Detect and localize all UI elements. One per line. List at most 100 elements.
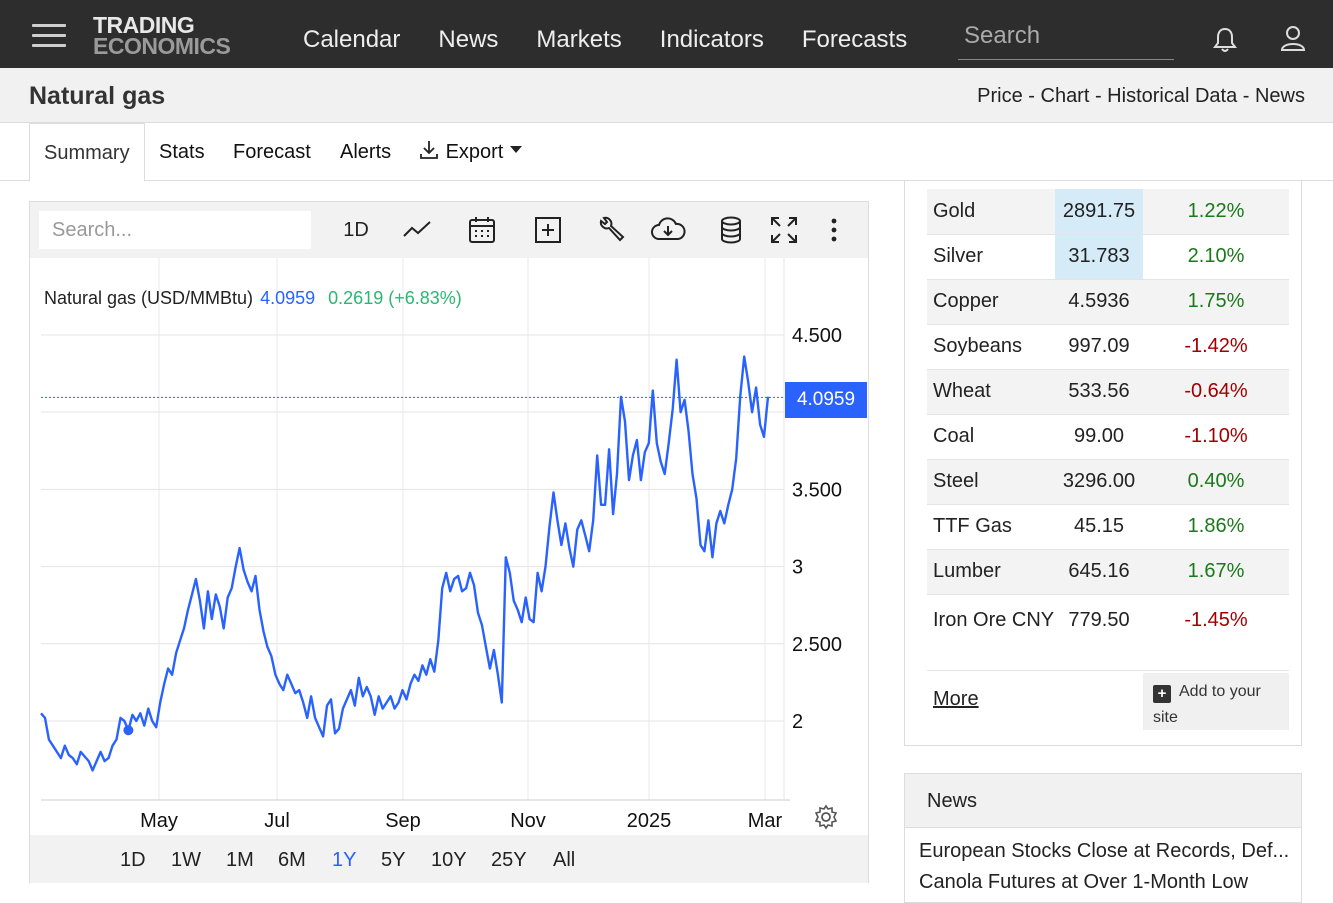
range-1m[interactable]: 1M [226,849,254,872]
commodity-name[interactable]: Gold [927,189,1055,235]
y-tick-label: 3.500 [792,479,842,501]
line-chart-icon[interactable] [401,214,433,246]
commodity-price: 31.783 [1055,234,1143,280]
commodity-price: 533.56 [1055,369,1143,415]
commodity-price: 779.50 [1055,594,1143,671]
page-title: Natural gas [29,82,166,110]
commodities-panel: Gold 2891.75 1.22% Silver 31.783 2.10% Copper 4… [904,181,1302,746]
download-icon [420,141,438,159]
y-tick-label: 4.500 [792,325,842,347]
commodity-row[interactable]: Coal 99.00 -1.10% [927,414,1289,460]
x-tick-label: Sep [385,810,421,832]
more-options-icon[interactable] [818,214,850,246]
database-icon[interactable] [715,214,747,246]
commodity-change: -1.10% [1143,414,1289,460]
legend-name: Natural gas (USD/MMBtu) [44,288,254,308]
tab-forecast[interactable]: Forecast [233,123,311,181]
chart-toolbar: 1D [30,202,868,258]
logo[interactable]: TRADING ECONOMICS [93,14,231,58]
commodity-name[interactable]: Lumber [927,549,1055,595]
tab-export-label: Export [445,141,504,163]
calendar-icon[interactable] [466,214,498,246]
commodity-name[interactable]: Copper [927,279,1055,325]
range-1y[interactable]: 1Y [332,849,356,872]
legend-change: 0.2619 (+6.83%) [328,288,462,308]
commodity-name[interactable]: Steel [927,459,1055,505]
commodity-price: 2891.75 [1055,189,1143,235]
commodity-change: 1.86% [1143,504,1289,550]
add-indicator-icon[interactable] [532,214,564,246]
series-marker[interactable] [123,725,134,736]
commodity-name[interactable]: Wheat [927,369,1055,415]
range-1d[interactable]: 1D [120,849,146,872]
commodity-name[interactable]: Silver [927,234,1055,280]
chart-panel: 1D 4.500 3.500 3 2.500 2 May [29,201,869,883]
commodity-row[interactable]: Silver 31.783 2.10% [927,234,1289,280]
nav-link-markets[interactable]: Markets [536,26,621,54]
range-6m[interactable]: 6M [278,849,306,872]
commodity-price: 3296.00 [1055,459,1143,505]
title-bar: Natural gas Price - Chart - Historical D… [0,68,1333,123]
commodity-row[interactable]: Copper 4.5936 1.75% [927,279,1289,325]
news-item[interactable]: European Stocks Close at Records, Def... [905,828,1301,867]
tab-summary[interactable]: Summary [29,123,145,182]
tab-bar: Summary Stats Forecast Alerts Export [0,123,1333,182]
commodity-name[interactable]: Coal [927,414,1055,460]
nav-search-box [958,22,1174,60]
news-item[interactable]: Canola Futures at Over 1-Month Low [905,867,1301,898]
caret-down-icon [509,146,522,153]
nav-link-news[interactable]: News [438,26,498,54]
nav-link-forecasts[interactable]: Forecasts [802,26,907,54]
commodity-row[interactable]: TTF Gas 45.15 1.86% [927,504,1289,550]
commodity-change: 1.22% [1143,189,1289,235]
add-to-site-button[interactable]: + Add to your site [1143,673,1289,730]
chart-search-input[interactable] [39,211,311,249]
commodity-change: 2.10% [1143,234,1289,280]
commodity-change: -0.64% [1143,369,1289,415]
bell-icon[interactable] [1212,26,1238,54]
news-panel: News European Stocks Close at Records, D… [904,773,1302,903]
series-line-natural-gas[interactable] [40,355,770,772]
gear-icon[interactable] [813,804,839,830]
commodity-row[interactable]: Iron Ore CNY 779.50 -1.45% [927,594,1289,671]
legend-price: 4.0959 [260,288,316,308]
commodity-change: 1.67% [1143,549,1289,595]
commodity-row[interactable]: Wheat 533.56 -0.64% [927,369,1289,415]
commodity-name[interactable]: TTF Gas [927,504,1055,550]
range-5y[interactable]: 5Y [381,849,405,872]
commodity-name[interactable]: Iron Ore CNY [927,594,1055,671]
x-tick-label: Nov [510,810,546,832]
news-heading: News [905,774,1301,828]
interval-button[interactable]: 1D [338,212,374,248]
tab-stats[interactable]: Stats [159,123,205,181]
y-tick-label: 2.500 [792,634,842,656]
commodity-row[interactable]: Steel 3296.00 0.40% [927,459,1289,505]
commodity-row[interactable]: Gold 2891.75 1.22% [927,189,1289,235]
price-chart[interactable]: 4.500 3.500 3 2.500 2 May Jul Sep Nov 2025 Mar [30,258,868,835]
wrench-icon[interactable] [595,214,627,246]
commodity-price: 997.09 [1055,324,1143,370]
menu-icon[interactable] [32,24,66,48]
plus-icon: + [1153,685,1171,703]
more-link[interactable]: More [933,688,979,711]
range-25y[interactable]: 25Y [491,849,527,872]
breadcrumb[interactable]: Price - Chart - Historical Data - News [977,85,1305,108]
range-10y[interactable]: 10Y [431,849,467,872]
commodity-price: 4.5936 [1055,279,1143,325]
tab-export[interactable]: Export [418,123,523,181]
range-all[interactable]: All [553,849,575,872]
commodity-name[interactable]: Soybeans [927,324,1055,370]
tab-alerts[interactable]: Alerts [340,123,391,181]
fullscreen-icon[interactable] [768,214,800,246]
y-tick-label: 3 [792,557,803,579]
range-1w[interactable]: 1W [171,849,201,872]
nav-link-indicators[interactable]: Indicators [660,26,764,54]
cloud-download-icon[interactable] [650,214,686,246]
commodity-row[interactable]: Soybeans 997.09 -1.42% [927,324,1289,370]
nav-search-input[interactable] [958,22,1174,50]
user-icon[interactable] [1279,24,1307,52]
commodity-change: -1.45% [1143,594,1289,671]
nav-link-calendar[interactable]: Calendar [303,26,400,54]
commodity-row[interactable]: Lumber 645.16 1.67% [927,549,1289,595]
commodity-price: 45.15 [1055,504,1143,550]
